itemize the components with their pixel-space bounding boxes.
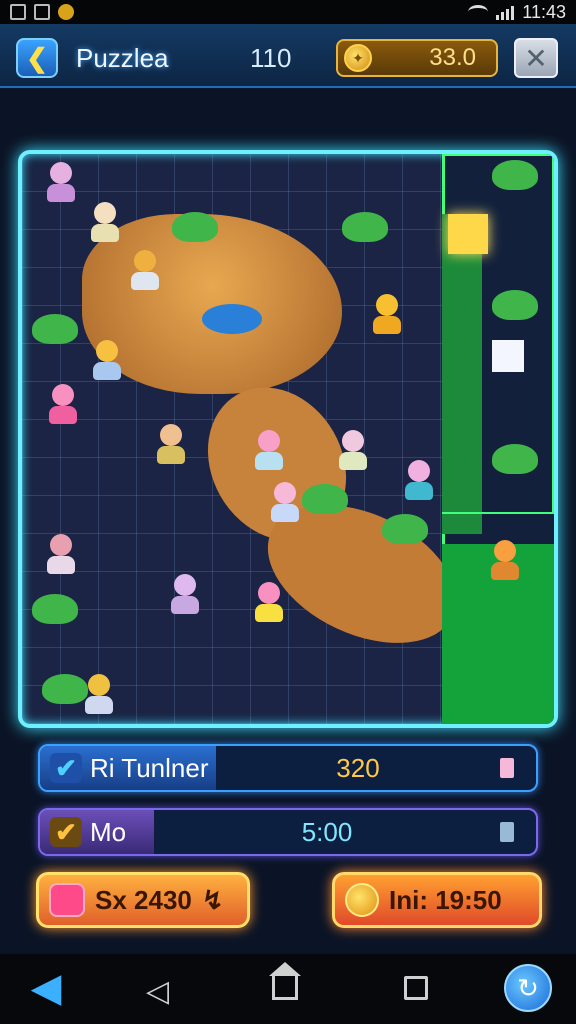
puzzle-piece-character[interactable] <box>90 340 124 380</box>
clock: 11:43 <box>522 1 566 22</box>
back-button[interactable]: ❮ <box>16 38 58 78</box>
cellular-signal-icon <box>496 4 515 20</box>
coin-counter: ✦ 33.0 <box>336 39 498 77</box>
bush <box>302 484 348 514</box>
puzzle-piece-character[interactable] <box>44 534 78 574</box>
checkmark-icon: ✔ <box>50 753 82 783</box>
home-icon[interactable] <box>269 962 301 1000</box>
battery-icon <box>500 758 514 778</box>
bush <box>32 314 78 344</box>
info-value: 5:00 <box>301 816 353 847</box>
gallery-icon <box>34 4 50 20</box>
bush <box>342 212 388 242</box>
game-header: ❮ Puzzlea 110 ✦ 33.0 ✕ <box>0 24 576 88</box>
sx-button-label: Sx 2430 <box>95 884 192 915</box>
bush <box>492 290 538 320</box>
info-label-box: ✔ Mo <box>40 810 154 854</box>
pink-gem-icon <box>49 883 85 917</box>
bush <box>32 594 78 624</box>
puzzle-piece-character[interactable] <box>82 674 116 714</box>
nav-back-icon[interactable]: ◁ <box>146 974 169 1009</box>
gold-coin-icon: ✦ <box>344 44 372 72</box>
highlighted-piece[interactable] <box>448 214 488 254</box>
puzzle-piece-character[interactable] <box>488 540 522 580</box>
puzzle-piece-character[interactable] <box>268 482 302 522</box>
puzzle-piece-character[interactable] <box>88 202 122 242</box>
puzzle-piece-character[interactable] <box>370 294 404 334</box>
gold-coin-icon <box>345 883 379 917</box>
wifi-icon <box>468 5 489 19</box>
info-label: Mo <box>90 816 127 847</box>
puzzle-board[interactable] <box>18 150 558 728</box>
arrow-left-icon: ❮ <box>26 42 48 73</box>
bush <box>492 160 538 190</box>
close-button[interactable]: ✕ <box>514 38 558 78</box>
pond <box>202 304 262 334</box>
puzzle-piece-character[interactable] <box>252 582 286 622</box>
bush <box>172 212 218 242</box>
selected-piece[interactable] <box>492 340 524 372</box>
info-bar-mo: ✔ Mo 5:00 <box>38 808 538 856</box>
ini-button-label: Ini: 19:50 <box>389 884 502 915</box>
bush <box>492 444 538 474</box>
puzzle-piece-character[interactable] <box>154 424 188 464</box>
score-value: 110 <box>250 43 292 73</box>
image-icon <box>10 4 26 20</box>
puzzle-piece-character[interactable] <box>168 574 202 614</box>
puzzle-piece-character[interactable] <box>128 250 162 290</box>
coin-notification-icon <box>58 4 74 20</box>
info-label-box: ✔ Ri Tunlner <box>40 746 216 790</box>
sx-button-suffix: ↯ <box>201 884 224 915</box>
game-title: Puzzlea <box>76 43 169 73</box>
status-bar: 11:43 <box>0 0 576 24</box>
recent-apps-icon[interactable] <box>404 976 428 1000</box>
puzzle-piece-character[interactable] <box>336 430 370 470</box>
bush <box>382 514 428 544</box>
info-value: 320 <box>336 752 380 783</box>
navigation-bar: ◀ ◁ ↻ <box>0 954 576 1024</box>
sx-button[interactable]: Sx 2430 ↯ <box>36 872 250 928</box>
puzzle-piece-character[interactable] <box>46 384 80 424</box>
puzzle-piece-character[interactable] <box>402 460 436 500</box>
info-label: Ri Tunlner <box>90 752 209 783</box>
battery-icon <box>500 822 514 842</box>
puzzle-piece-character[interactable] <box>44 162 78 202</box>
close-icon: ✕ <box>524 42 548 74</box>
ini-button[interactable]: Ini: 19:50 <box>332 872 542 928</box>
coin-value: 33.0 <box>429 44 476 71</box>
rewind-icon[interactable]: ◀ <box>22 966 70 1010</box>
refresh-icon[interactable]: ↻ <box>504 964 552 1012</box>
puzzle-piece-character[interactable] <box>252 430 286 470</box>
checkmark-icon: ✔ <box>50 817 82 847</box>
info-bar-tunlner: ✔ Ri Tunlner 320 <box>38 744 538 792</box>
